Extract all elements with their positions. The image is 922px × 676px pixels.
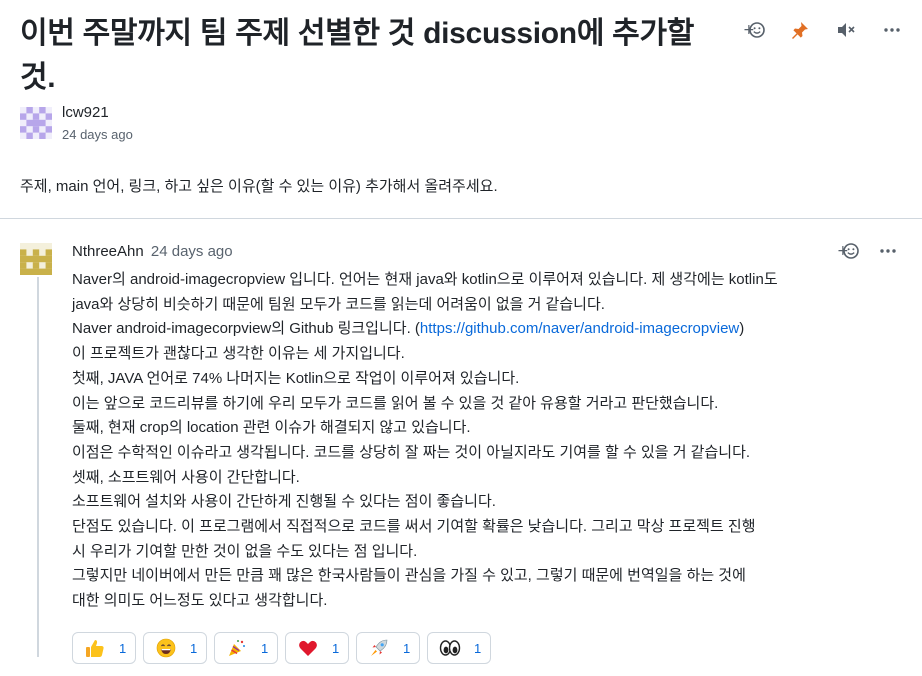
comment-line: 시 우리가 기여할 만한 것이 없을 수도 있다는 점 입니다. (72, 542, 418, 560)
comment-header: NthreeAhn 24 days ago (72, 242, 233, 262)
comment-link-line: Naver android-imagecorpview의 Github 링크입니… (72, 317, 912, 342)
comment-line: java와 상당히 비슷하기 때문에 팀원 모두가 코드를 읽는데 어려움이 없… (72, 295, 605, 313)
heart-icon (297, 637, 319, 659)
comment-line: 단점도 있습니다. 이 프로그램에서 직접적으로 코드를 써서 기여할 확률은 … (72, 518, 756, 536)
reaction-count: 1 (403, 640, 411, 656)
thread-line (37, 277, 39, 657)
comment-line: 첫째, JAVA 언어로 74% 나머지는 Kotlin으로 작업이 이루어져 … (72, 369, 520, 387)
link-suffix: ) (739, 320, 745, 338)
reaction-count: 1 (474, 640, 482, 656)
reaction-count: 1 (119, 640, 127, 656)
discussion-title: 이번 주말까지 팀 주제 선별한 것 discussion에 추가할 것. (20, 12, 710, 100)
comment-line: 이는 앞으로 코드리뷰를 하기에 우리 모두가 코드를 읽어 볼 수 있을 것 … (72, 394, 719, 412)
reaction-rocket[interactable]: 1 (356, 632, 420, 664)
reaction-heart[interactable]: 1 (285, 632, 349, 664)
comment-line: 이 프로젝트가 괜찮다고 생각한 이유는 세 가지입니다. (72, 345, 405, 363)
comment-line: 그렇지만 네이버에서 만든 만큼 꽤 많은 한국사람들이 관심을 가질 수 있고… (72, 567, 746, 585)
author-name[interactable]: lcw921 (62, 103, 133, 123)
kebab-horizontal-icon (884, 28, 900, 32)
pin-button[interactable] (788, 18, 812, 42)
comment-line: 셋째, 소프트웨어 사용이 간단합니다. (72, 468, 300, 486)
avatar[interactable] (20, 107, 52, 139)
discussion-actions: + (742, 18, 904, 42)
reaction-count: 1 (190, 640, 198, 656)
title-line-1: 이번 주말까지 팀 주제 선별한 것 discussion에 추가할 (20, 17, 695, 50)
reaction-eyes[interactable]: 1 (427, 632, 491, 664)
kebab-horizontal-icon (880, 249, 896, 253)
reaction-laugh[interactable]: 1 (143, 632, 207, 664)
thumbs-up-icon (84, 637, 106, 659)
smiley-plus-icon: + (743, 22, 765, 38)
github-link[interactable]: https://github.com/naver/android-imagecr… (420, 320, 739, 337)
reactions-bar: 1 1 1 1 1 1 (72, 632, 491, 664)
reaction-thumbs-up[interactable]: 1 (72, 632, 136, 664)
comment: NthreeAhn 24 days ago + Naver의 android-i… (0, 219, 922, 676)
add-reaction-button[interactable]: + (742, 18, 766, 42)
laugh-icon (155, 637, 177, 659)
discussion-author: lcw921 24 days ago (20, 103, 133, 144)
title-line-2: 것. (20, 61, 56, 94)
comment-line: Naver의 android-imagecropview 입니다. 언어는 현재… (72, 271, 778, 288)
more-options-button[interactable] (880, 18, 904, 42)
comment-author[interactable]: NthreeAhn (72, 243, 144, 260)
smiley-plus-icon: + (837, 243, 859, 259)
comment-time[interactable]: 24 days ago (151, 243, 233, 260)
comment-body: Naver의 android-imagecropview 입니다. 언어는 현재… (72, 268, 912, 614)
avatar[interactable] (20, 243, 52, 275)
comment-line: 둘째, 현재 crop의 location 관련 이슈가 해결되지 않고 있습니… (72, 419, 471, 437)
reaction-count: 1 (332, 640, 340, 656)
post-time[interactable]: 24 days ago (62, 126, 133, 144)
unsubscribe-button[interactable] (834, 18, 858, 42)
add-reaction-button[interactable]: + (836, 239, 860, 263)
pin-icon (792, 22, 808, 39)
hooray-icon (226, 637, 248, 659)
link-prefix: Naver android-imagecorpview의 Github 링크입니… (72, 320, 420, 338)
discussion-body: 주제, main 언어, 링크, 하고 싶은 이유(할 수 있는 이유) 추가해… (20, 178, 498, 195)
comment-line: 이점은 수학적인 이슈라고 생각됩니다. 코드를 상당히 잘 짜는 것이 아닐지… (72, 443, 751, 461)
comment-actions: + (836, 239, 900, 263)
mute-icon (838, 23, 855, 37)
comment-more-button[interactable] (876, 239, 900, 263)
rocket-icon (368, 637, 390, 659)
comment-line: 대한 의미도 어느정도 있다고 생각합니다. (72, 592, 328, 610)
reaction-count: 1 (261, 640, 269, 656)
eyes-icon (439, 637, 461, 659)
comment-line: 소프트웨어 설치와 사용이 간단하게 진행될 수 있다는 점이 좋습니다. (72, 493, 496, 511)
reaction-hooray[interactable]: 1 (214, 632, 278, 664)
